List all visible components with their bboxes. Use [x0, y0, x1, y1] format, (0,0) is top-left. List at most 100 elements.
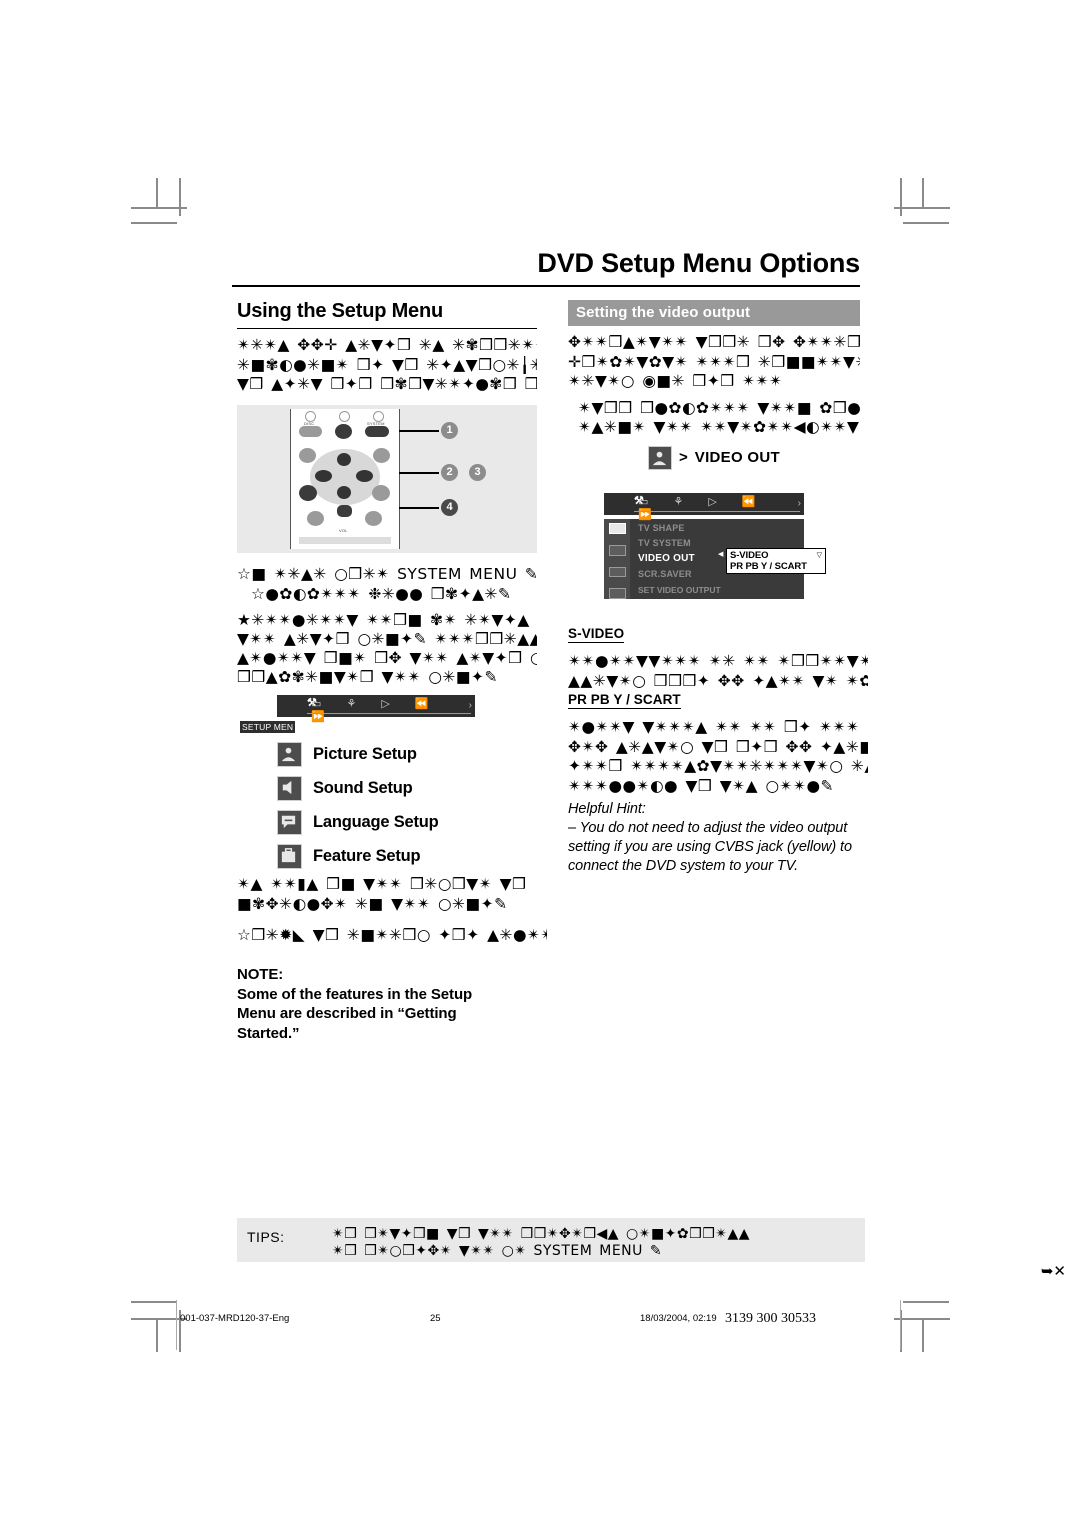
note-line: Some of the features in the Setup [237, 985, 473, 1003]
callout-line-1 [399, 430, 439, 432]
left-column: Using the Setup Menu ✴✳✴▲ ✥✥✛ ▲✳▼✦❒ ✳▲ ✳… [237, 300, 537, 395]
menu-item-label: Picture Setup [313, 745, 417, 763]
paragraph-line: ✛❒✴✿✴▼✿▼✴ ✴✴✴❒ ✳❒■■✴✴▼✳ [568, 352, 860, 371]
crop-mark-bottom-left-v [156, 1318, 158, 1352]
osd-bar-underline [634, 511, 800, 512]
picture-icon[interactable] [608, 523, 626, 534]
down-arrow-button [337, 486, 351, 499]
callout-number-4: 4 [441, 499, 458, 516]
language-icon [277, 810, 302, 835]
section-heading-using-setup-menu: Using the Setup Menu [237, 300, 537, 329]
steps-paragraph: ★✳✴✴●✳✴✴▼ ✴✴❒■ ✾✴ ✳✴▼✦▲ ▼✴✴ ▲✳▼✦❒ ○✳■✦✎ … [237, 611, 537, 687]
menu-item-picture-setup[interactable]: Picture Setup [277, 742, 475, 767]
osd-bar-underline [307, 713, 471, 714]
menu-item-label: Language Setup [313, 813, 439, 831]
video-out-osd: ⚒ ▭ ⚘ ▷ ⏪ ⏩ › TV SHAPE TV SYSTEM VIDEO O… [604, 493, 826, 599]
manual-page: DVD Setup Menu Options Using the Setup M… [0, 0, 1080, 1528]
volume-down-button [307, 511, 324, 526]
play-pause-button [372, 485, 390, 501]
crop-mark-top-left-v [156, 178, 158, 209]
chevron-right-icon: › [468, 700, 472, 711]
setup-menu-osd: ⚒ ▭ ⚘ ▷ ⏪ ⏩ › SETUP MEN Picture Setup So… [240, 695, 475, 878]
hint-heading: Helpful Hint: [568, 801, 646, 817]
page-footer: 001-037-MRD120-37-Eng 25 18/03/2004, 02:… [180, 1311, 900, 1337]
caret-left-icon: ◀ [718, 551, 724, 558]
paragraph-line: ✳■✾◐●✳■✴ ❒✦ ▼❒ ✳✦▲▼❒○✳╽✳ ▼✴✴ ✥✾✴ ✳▼✴▲✥▼✴… [237, 355, 537, 374]
standby-button [335, 424, 352, 439]
paragraph-line: ✴✳✴▲ ✥✥✛ ▲✳▼✦❒ ✳▲ ✳✾❒❒✳✴✴ ❒✦▼ ✥✳✴❒▼▲✴✳▼✴… [237, 336, 537, 354]
menu-item-language-setup[interactable]: Language Setup [277, 810, 475, 835]
title-rule [232, 285, 860, 287]
title-block: DVD Setup Menu Options [232, 248, 860, 287]
callout-caption: ☆■ ✴✳▲✳ ○❒✳✴ SYSTEM MENU ✎ ☆●✿◐✿✴✴✴ ❉✳●●… [237, 565, 537, 604]
steps-line: ★✳✴✴●✳✴✴▼ ✴✴❒■ ✾✴ ✳✴▼✦▲ [237, 611, 530, 629]
left-intro-paragraph: ✴✳✴▲ ✥✥✛ ▲✳▼✦❒ ✳▲ ✳✾❒❒✳✴✴ ❒✦▼ ✥✳✴❒▼▲✴✳▼✴… [237, 336, 537, 395]
chevron-down-icon: ▽ [816, 552, 822, 559]
sound-icon [277, 776, 302, 801]
osd-sidebar [604, 519, 630, 599]
feature-icon [277, 844, 302, 869]
steps-line: ▼✴✴ ▲✳▼✦❒ ○✳■✦✎ ✴✴✴❒❒✳▲▲ [237, 630, 537, 648]
option-pr-pb-y-scart[interactable]: PR PB Y / SCART [730, 561, 822, 572]
tips-label: TIPS: [247, 1229, 285, 1245]
osd-body: TV SHAPE TV SYSTEM VIDEO OUT SCR.SAVER S… [604, 519, 826, 599]
paragraph-line: ✥✴✴❒▲✴▼✴✴ ▼❒❒✳ ❒✥ ✥✴✴✳❒ ❒✦▼ [568, 333, 860, 351]
remote-control-figure: DISC SYSTEM VOL 1 2 3 4 [237, 405, 537, 553]
crop-mark-top-right-h2 [903, 222, 949, 224]
video-out-options-popup[interactable]: S-VIDEO PR PB Y / SCART ▽ [726, 548, 826, 574]
ok-button [337, 505, 352, 517]
footer-timestamp: 18/03/2004, 02:19 [640, 1313, 717, 1324]
right-column: Setting the video output ✥✴✴❒▲✴▼✴✴ ▼❒❒✳ … [568, 300, 860, 476]
caption-line: ☆●✿◐✿✴✴✴ ❉✳●● ❒✾✦▲✳✎ [251, 584, 512, 603]
rewind-button [299, 448, 316, 463]
picture-icon [648, 445, 672, 470]
crop-mark-top-left-v2 [179, 178, 181, 216]
footer-page-number: 25 [430, 1313, 441, 1324]
forward-button [373, 448, 390, 463]
right-intro-paragraph: ✥✴✴❒▲✴▼✴✴ ▼❒❒✳ ❒✥ ✥✴✴✳❒ ❒✦▼ ✛❒✴✿✴▼✿▼✴ ✴✴… [568, 333, 860, 392]
paragraph-line: ▼❒ ▲✦✳▼ ❒✦❒ ❒✾❒▼✳✴✦●✾❒ ❒✳❒✦✳❒▼✴✦✴✾✴✴✿▲▲▼… [237, 375, 537, 393]
greater-than-icon: > [679, 449, 688, 466]
option-s-video[interactable]: S-VIDEO [730, 550, 822, 561]
subsection-body: ✴●✴✴▼ ▼✴✴✴▲ ✴✴ ✴✴ ❒✦ ✴✴✴ ✴❒■■✴✴▼✴ ▼✴✴ ✥✴… [568, 718, 868, 796]
stop-button [299, 485, 317, 501]
helpful-hint-block: Helpful Hint: – You do not need to adjus… [568, 800, 868, 876]
closing-line: ✴▲ ✴✴▮▲ ❒■ ▼✴✴ ❒✳○❒▼✴ ▼❒ [237, 875, 527, 893]
video-out-heading: > VIDEO OUT [568, 445, 860, 470]
osd-item-tv-system[interactable]: TV SYSTEM [638, 538, 804, 548]
menu-item-feature-setup[interactable]: Feature Setup [277, 844, 475, 869]
subsection-line: ✴●✴✴▼ ▼✴✴✴▲ ✴✴ ✴✴ ❒✦ ✴✴✴ ✴❒■■✴✴▼✴ ▼✴✴ [568, 718, 868, 736]
note-heading: NOTE: [237, 966, 284, 983]
subsection-line: ✥✴✥ ▲✳▲▼✴○ ▼❒ ❒✦❒ ✥✥ ✦▲✳■ ✴✳○❒■✴■▼ [568, 737, 868, 756]
callout-line-2 [399, 472, 439, 474]
sound-icon[interactable] [608, 544, 626, 556]
osd-item-tv-shape[interactable]: TV SHAPE [638, 523, 804, 533]
callout-line-4 [399, 507, 439, 509]
callout-number-2: 2 [441, 464, 458, 481]
footer-rule-right [900, 1300, 901, 1350]
setup-menu-list: Picture Setup Sound Setup Language Setup… [277, 742, 475, 869]
tips-line: ✴❒ ❒✴▼✦❒■ ▼❒ ▼✴✴ ❒❒✴✥✴❒◀▲ ○✴■✦✿❒❒✴▲▲ [332, 1226, 751, 1242]
up-arrow-button [337, 453, 351, 466]
osd-icon-bar: ⚒ ▭ ⚘ ▷ ⏪ ⏩ › [604, 493, 804, 521]
remote-body: DISC SYSTEM VOL [290, 409, 400, 549]
note-line: Started.” [237, 1024, 300, 1042]
picture-icon [277, 742, 302, 767]
hint-line: setting if you are using CVBS jack (yell… [568, 839, 852, 855]
crop-mark-top-right-v2 [900, 178, 902, 216]
steps-line: ❒❒▲✿✾✳■▼✴❒ ▼✴✴ ○✳■✦✎ [237, 668, 499, 686]
end-mark-icon: ➥✕ [1040, 1263, 1066, 1280]
osd-icon-group: ▭ ⚘ ▷ ⏪ ⏩ [311, 698, 440, 723]
system-menu-button [365, 426, 389, 437]
page-title: DVD Setup Menu Options [537, 248, 860, 278]
video-out-title: VIDEO OUT [694, 449, 780, 466]
language-icon[interactable] [608, 566, 626, 578]
menu-item-sound-setup[interactable]: Sound Setup [277, 776, 475, 801]
chevron-right-icon: › [797, 498, 801, 509]
osd-icon-bar: ⚒ ▭ ⚘ ▷ ⏪ ⏩ › [277, 695, 475, 723]
feature-icon[interactable] [608, 588, 626, 599]
remote-label-vol: VOL [339, 528, 348, 533]
volume-up-button [365, 511, 382, 526]
section-banner-setting-video-output: Setting the video output [568, 300, 860, 326]
remote-top-button-2 [339, 411, 350, 422]
